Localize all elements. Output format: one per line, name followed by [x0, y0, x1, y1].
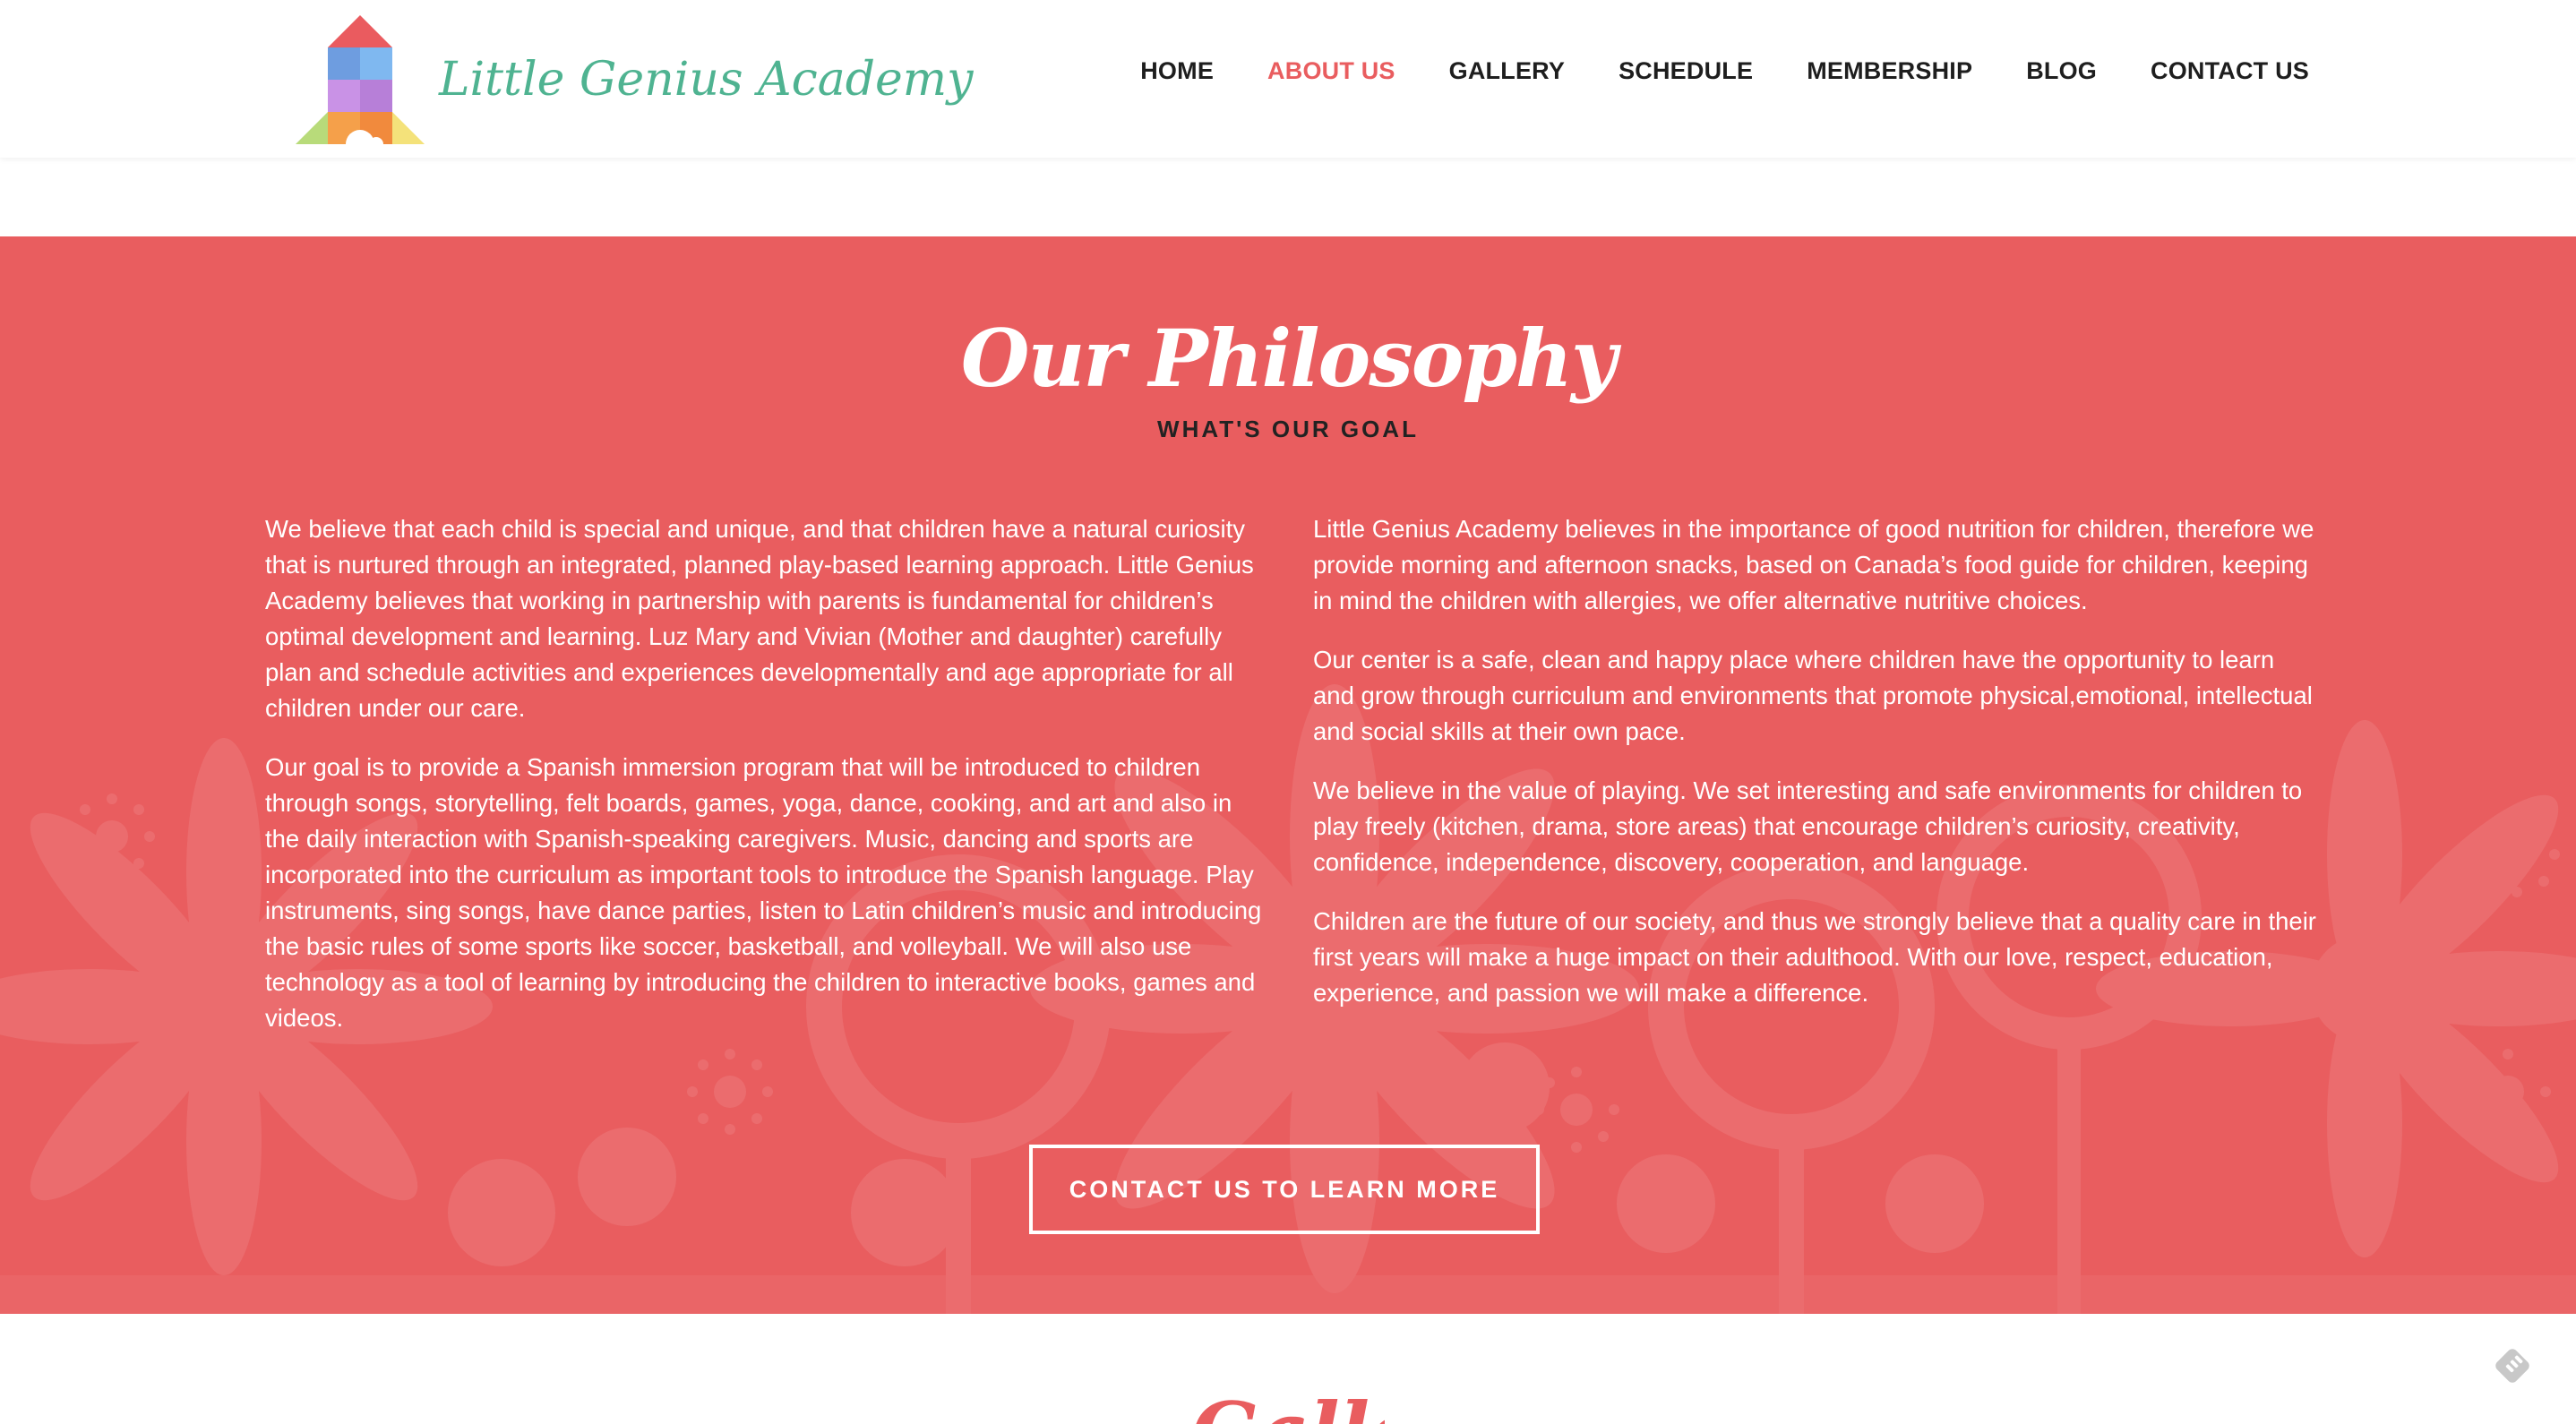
- main-nav: HOME ABOUT US GALLERY SCHEDULE MEMBERSHI…: [1086, 57, 2309, 85]
- logo-text: Little Genius Academy: [439, 53, 974, 107]
- nav-contact-us[interactable]: CONTACT US: [2151, 57, 2309, 85]
- philosophy-right-column: Little Genius Academy believes in the im…: [1313, 511, 2316, 1034]
- philosophy-subtitle: WHAT'S OUR GOAL: [1157, 416, 1419, 442]
- site-header: Little Genius Academy HOME ABOUT US GALL…: [0, 0, 2576, 158]
- paragraph: Little Genius Academy believes in the im…: [1313, 515, 2314, 614]
- contact-us-cta-button[interactable]: CONTACT US TO LEARN MORE: [1029, 1145, 1540, 1234]
- philosophy-left-column: We believe that each child is special an…: [265, 511, 1268, 1059]
- gallery-title-text: Gallery: [1191, 1385, 1385, 1424]
- philosophy-title: Our Philosophy: [960, 312, 1617, 405]
- philosophy-section: Our Philosophy WHAT'S OUR GOAL We believ…: [0, 236, 2576, 1314]
- nav-membership[interactable]: MEMBERSHIP: [1807, 57, 1972, 85]
- paragraph: We believe that each child is special an…: [265, 515, 1254, 722]
- nav-gallery[interactable]: GALLERY: [1449, 57, 1565, 85]
- nav-about-us[interactable]: ABOUT US: [1267, 57, 1395, 85]
- logo[interactable]: Little Genius Academy: [296, 13, 973, 147]
- paragraph: We believe in the value of playing. We s…: [1313, 776, 2303, 876]
- nav-blog[interactable]: BLOG: [2026, 57, 2097, 85]
- paragraph: Children are the future of our society, …: [1313, 907, 2316, 1007]
- feedly-icon[interactable]: [2494, 1347, 2531, 1385]
- nav-home[interactable]: HOME: [1140, 57, 1214, 85]
- nav-schedule[interactable]: SCHEDULE: [1619, 57, 1753, 85]
- paragraph: Our center is a safe, clean and happy pl…: [1313, 646, 2313, 745]
- gallery-section-title: Gallery: [1191, 1385, 1385, 1424]
- paragraph: Our goal is to provide a Spanish immersi…: [265, 753, 1262, 1032]
- logo-house-blocks-icon: [296, 15, 425, 144]
